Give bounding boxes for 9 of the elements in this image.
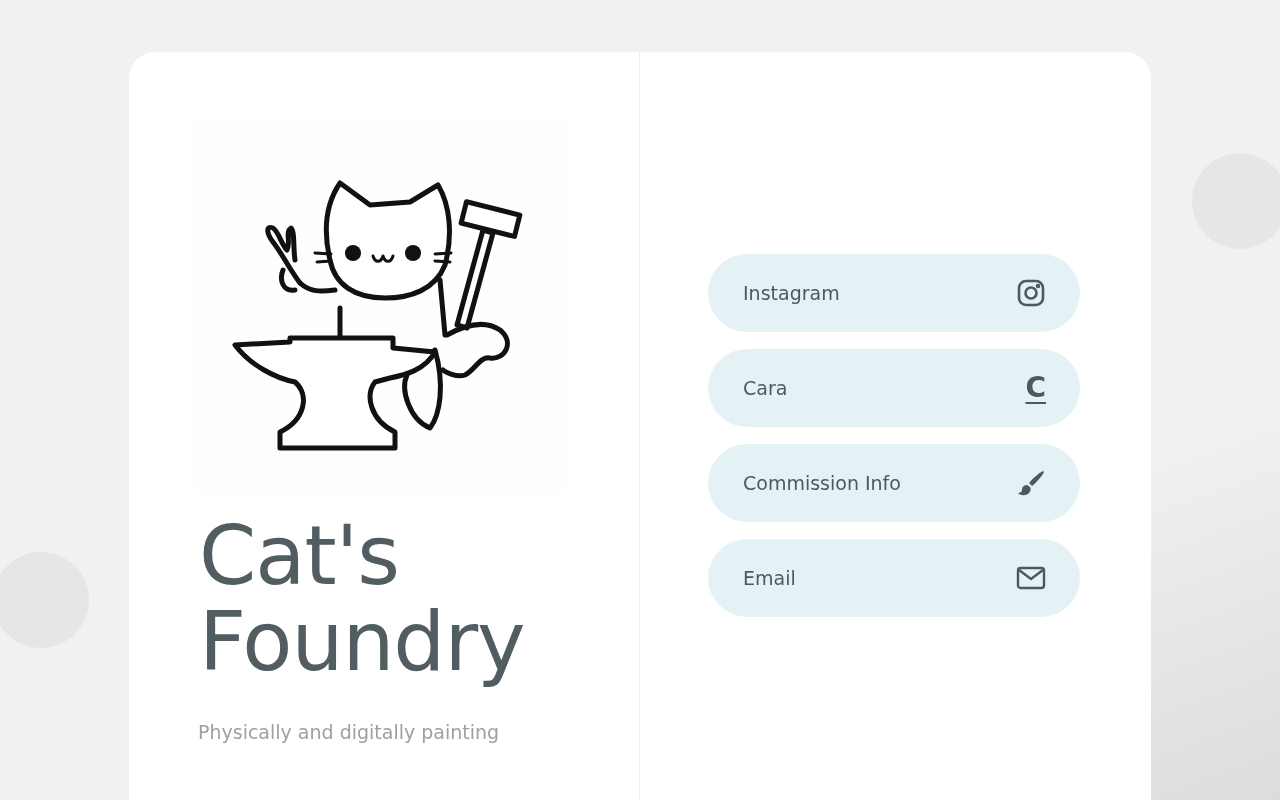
site-title: Cat's Foundry bbox=[199, 513, 526, 685]
tagline: Physically and digitally painting bbox=[198, 721, 501, 743]
paintbrush-icon bbox=[1016, 468, 1046, 498]
link-button[interactable]: Commission Info bbox=[708, 444, 1080, 522]
link-button[interactable]: Instagram bbox=[708, 254, 1080, 332]
camera-icon bbox=[1016, 278, 1046, 308]
link-button[interactable]: Email bbox=[708, 539, 1080, 617]
link-button[interactable]: Cara C bbox=[708, 349, 1080, 427]
letter-icon: C bbox=[1025, 373, 1046, 403]
